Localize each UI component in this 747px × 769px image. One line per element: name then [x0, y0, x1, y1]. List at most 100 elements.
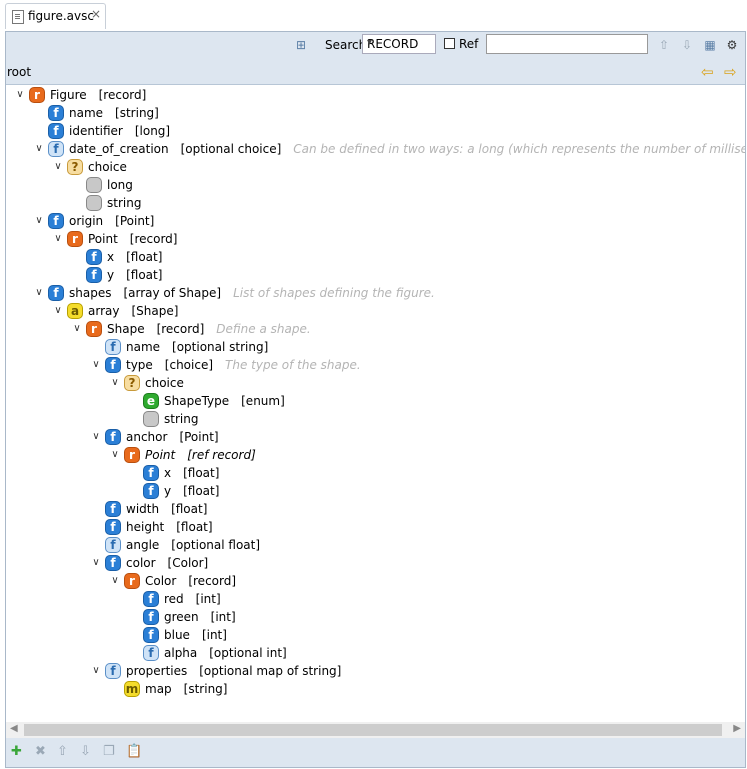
expand-toggle-icon[interactable]: ∨	[33, 212, 45, 230]
scroll-left-icon[interactable]: ◀	[10, 723, 18, 734]
tree-row[interactable]: f x [float]	[6, 248, 745, 266]
expand-toggle-icon[interactable]: ∨	[90, 554, 102, 572]
array-icon: a	[67, 303, 83, 319]
expand-toggle-icon[interactable]: ∨	[90, 356, 102, 374]
primitive-icon	[86, 195, 102, 211]
tree-row[interactable]: string	[6, 410, 745, 428]
ref-checkbox[interactable]	[444, 38, 455, 49]
tree-row[interactable]: ∨ a array [Shape]	[6, 302, 745, 320]
previous-match-icon[interactable]: ⇧	[657, 38, 671, 52]
expand-toggle-icon[interactable]: ∨	[14, 86, 26, 104]
search-input[interactable]	[486, 34, 648, 54]
tree-row[interactable]: ∨? choice	[6, 374, 745, 392]
close-icon[interactable]: ×	[91, 7, 101, 21]
move-down-icon[interactable]: ⇩	[80, 744, 91, 760]
tree-row[interactable]: ∨ f shapes [array of Shape] List of shapes d…	[6, 284, 745, 302]
tree-row[interactable]: f angle [optional float]	[6, 536, 745, 554]
expand-toggle-icon[interactable]: ∨	[90, 662, 102, 680]
expand-toggle-icon[interactable]: ∨	[52, 158, 64, 176]
node-name: Point	[88, 232, 118, 246]
tree-row[interactable]: ∨ f date_of_creation [optional choice] Can b…	[6, 140, 745, 158]
tab-figure-avsc[interactable]: figure.avsc ×	[5, 3, 106, 29]
scrollbar-thumb[interactable]	[24, 724, 722, 736]
node-type: [float]	[126, 250, 163, 264]
tree-layout-icon[interactable]: ▦	[703, 38, 717, 52]
tree-row[interactable]: ∨ f properties [optional map of string]	[6, 662, 745, 680]
node-type: [array of Shape]	[123, 286, 222, 300]
node-name: ShapeType	[164, 394, 230, 408]
tree-row[interactable]: ∨ r Point [record]	[6, 230, 745, 248]
node-name: x	[164, 466, 172, 480]
node-name: identifier	[69, 124, 123, 138]
expand-toggle-icon[interactable]: ∨	[109, 374, 121, 392]
node-name: origin	[69, 214, 104, 228]
delete-icon[interactable]: ✖	[35, 744, 46, 760]
tree-row[interactable]: e ShapeType [enum]	[6, 392, 745, 410]
field-icon: f	[143, 483, 159, 499]
add-icon[interactable]: ✚	[11, 744, 22, 760]
node-type: [record]	[129, 232, 178, 246]
expand-toggle-icon[interactable]: ∨	[33, 140, 45, 158]
choice-icon: ?	[124, 375, 140, 391]
tree-row[interactable]: f name [string]	[6, 104, 745, 122]
file-icon	[12, 10, 24, 24]
tree-row[interactable]: ∨ r Color [record]	[6, 572, 745, 590]
tree-row[interactable]: m map [string]	[6, 680, 745, 698]
expand-toggle-icon[interactable]: ∨	[52, 302, 64, 320]
next-match-icon[interactable]: ⇩	[680, 38, 694, 52]
expand-toggle-icon[interactable]: ∨	[109, 446, 121, 464]
tree-row[interactable]: f identifier [long]	[6, 122, 745, 140]
tree-row[interactable]: long	[6, 176, 745, 194]
scroll-right-icon[interactable]: ▶	[733, 723, 741, 734]
tree-row[interactable]: f name [optional string]	[6, 338, 745, 356]
tree-row[interactable]: f blue [int]	[6, 626, 745, 644]
node-name: date_of_creation	[69, 142, 169, 156]
field-icon: f	[105, 429, 121, 445]
tree-row[interactable]: f y [float]	[6, 482, 745, 500]
tree-row[interactable]: f green [int]	[6, 608, 745, 626]
node-name: y	[164, 484, 172, 498]
expand-toggle-icon[interactable]: ∨	[71, 320, 83, 338]
tree-row[interactable]: ∨? choice	[6, 158, 745, 176]
tree-row[interactable]: ∨ f anchor [Point]	[6, 428, 745, 446]
tree-row[interactable]: f height [float]	[6, 518, 745, 536]
node-name: shapes	[69, 286, 112, 300]
tree-row[interactable]: ∨ r Figure [record]	[6, 86, 745, 104]
record-icon: r	[124, 573, 140, 589]
expand-toggle-icon[interactable]: ∨	[52, 230, 64, 248]
tree-row[interactable]: ∨ f origin [Point]	[6, 212, 745, 230]
tree-row[interactable]: ∨ f color [Color]	[6, 554, 745, 572]
back-arrow-icon[interactable]: ⇦	[701, 63, 714, 81]
tree-row[interactable]: ∨ r Point [ref record]	[6, 446, 745, 464]
tree-row[interactable]: ∨ r Shape [record] Define a shape.	[6, 320, 745, 338]
node-type: [record]	[98, 88, 147, 102]
expand-toggle-icon[interactable]: ∨	[33, 284, 45, 302]
expand-toggle-icon[interactable]: ∨	[109, 572, 121, 590]
tree-row[interactable]: f width [float]	[6, 500, 745, 518]
move-up-icon[interactable]: ⇧	[57, 744, 68, 760]
field-icon: f	[86, 267, 102, 283]
forward-arrow-icon[interactable]: ⇨	[724, 63, 737, 81]
copy-icon[interactable]: ❐	[103, 744, 115, 760]
tree-row[interactable]: string	[6, 194, 745, 212]
field-icon: f	[48, 105, 64, 121]
settings-gear-icon[interactable]: ⚙	[725, 38, 739, 52]
expand-all-icon[interactable]: ⊞	[294, 38, 308, 52]
node-type: [optional choice]	[180, 142, 282, 156]
node-name: color	[126, 556, 156, 570]
tree-row[interactable]: f x [float]	[6, 464, 745, 482]
node-type: [float]	[176, 520, 213, 534]
tree-row[interactable]: ∨ f type [choice] The type of the shape.	[6, 356, 745, 374]
node-type: [float]	[183, 466, 220, 480]
node-type: [int]	[201, 628, 227, 642]
tree-row[interactable]: f alpha [optional int]	[6, 644, 745, 662]
tree-row[interactable]: f y [float]	[6, 266, 745, 284]
tree-row[interactable]: f red [int]	[6, 590, 745, 608]
paste-icon[interactable]: 📋	[126, 744, 142, 760]
field-icon: f	[48, 213, 64, 229]
horizontal-scrollbar[interactable]: ◀ ▶	[6, 722, 745, 738]
field-icon: f	[48, 285, 64, 301]
expand-toggle-icon[interactable]: ∨	[90, 428, 102, 446]
node-name: blue	[164, 628, 190, 642]
search-mode-select[interactable]: RECORD ▾	[362, 34, 436, 54]
